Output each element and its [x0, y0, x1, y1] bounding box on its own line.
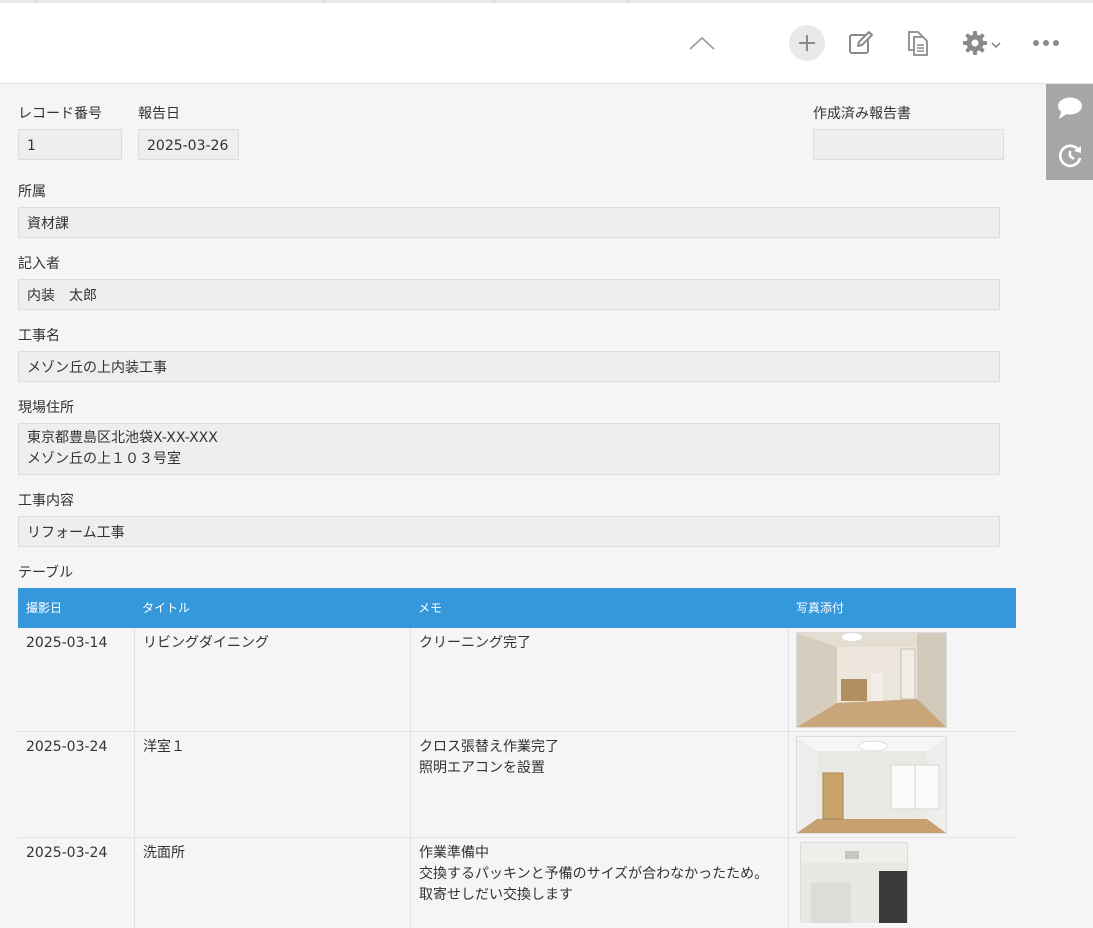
cell-photo [789, 628, 1016, 731]
column-header-date: 撮影日 [26, 601, 63, 615]
cell-title: 洋室１ [135, 732, 411, 837]
plus-icon [799, 35, 815, 51]
add-record-button[interactable] [789, 25, 825, 61]
cell-memo: クリーニング完了 [411, 628, 789, 731]
cell-date: 2025-03-24 [18, 732, 135, 837]
site-address-line: 東京都豊島区北池袋X-XX-XXX [27, 430, 218, 446]
collapse-button[interactable] [684, 25, 720, 61]
side-panel-rail [1046, 84, 1093, 180]
department-label: 所属 [18, 184, 46, 200]
duplicate-button[interactable] [900, 25, 936, 61]
created-report-label: 作成済み報告書 [813, 106, 911, 122]
chevron-up-icon [689, 36, 715, 50]
record-toolbar [0, 3, 1093, 84]
gear-icon [962, 31, 987, 55]
comments-button[interactable] [1046, 84, 1093, 132]
table-row: 2025-03-14 リビングダイニング クリーニング完了 [18, 628, 1016, 732]
created-report-field [813, 129, 1004, 160]
room-photo-image [801, 843, 907, 923]
author-field: 内装 太郎 [18, 279, 1000, 310]
cell-photo [789, 838, 1016, 928]
table-row: 2025-03-24 洋室１ クロス張替え作業完了 照明エアコンを設置 [18, 732, 1016, 838]
copy-icon [908, 31, 928, 56]
table-row: 2025-03-24 洗面所 作業準備中 交換するパッキンと予備のサイズが合わな… [18, 838, 1016, 928]
site-address-label: 現場住所 [18, 400, 74, 416]
report-date-label: 報告日 [138, 106, 180, 122]
room-photo-image [797, 737, 946, 833]
history-button[interactable] [1046, 132, 1093, 180]
site-address-field: 東京都豊島区北池袋X-XX-XXX メゾン丘の上１０３号室 [18, 423, 1000, 475]
edit-button[interactable] [843, 25, 879, 61]
cell-memo: 作業準備中 交換するパッキンと予備のサイズが合わなかったため。 取寄せしだい交換… [411, 838, 789, 928]
settings-button[interactable] [955, 25, 1007, 61]
cell-date: 2025-03-24 [18, 838, 135, 928]
author-label: 記入者 [18, 256, 60, 272]
record-number-field: 1 [18, 129, 122, 160]
comment-icon [1057, 97, 1082, 119]
cell-memo: クロス張替え作業完了 照明エアコンを設置 [411, 732, 789, 837]
room-photo-image [797, 633, 946, 727]
department-field: 資材課 [18, 207, 1000, 238]
cell-date: 2025-03-14 [18, 628, 135, 731]
work-content-label: 工事内容 [18, 493, 74, 509]
edit-icon [849, 31, 873, 54]
column-header-memo: メモ [418, 601, 443, 615]
site-address-line: メゾン丘の上１０３号室 [27, 451, 181, 467]
column-header-photo: 写真添付 [796, 601, 845, 615]
photo-thumbnail-living[interactable] [796, 632, 947, 728]
memo-line: 照明エアコンを設置 [419, 760, 545, 776]
report-date-field: 2025-03-26 [138, 129, 239, 160]
photo-thumbnail-washroom[interactable] [800, 842, 908, 923]
history-icon [1058, 144, 1081, 168]
more-icon [1033, 40, 1059, 46]
memo-line: クロス張替え作業完了 [419, 739, 559, 755]
work-content-field: リフォーム工事 [18, 516, 1000, 547]
cell-title: 洗面所 [135, 838, 411, 928]
photo-thumbnail-western-room[interactable] [796, 736, 947, 834]
table-label: テーブル [18, 565, 74, 581]
memo-line: 作業準備中 [419, 845, 489, 861]
project-name-label: 工事名 [18, 328, 60, 344]
column-header-title: タイトル [142, 601, 191, 615]
memo-line: 交換するパッキンと予備のサイズが合わなかったため。 [419, 866, 769, 882]
more-actions-button[interactable] [1028, 25, 1064, 61]
record-number-label: レコード番号 [18, 106, 102, 122]
project-name-field: メゾン丘の上内装工事 [18, 351, 1000, 382]
table-header: 撮影日 タイトル メモ 写真添付 [18, 588, 1016, 628]
cell-photo [789, 732, 1016, 837]
chevron-down-icon [990, 41, 1001, 48]
memo-line: クリーニング完了 [419, 635, 531, 651]
cell-title: リビングダイニング [135, 628, 411, 731]
